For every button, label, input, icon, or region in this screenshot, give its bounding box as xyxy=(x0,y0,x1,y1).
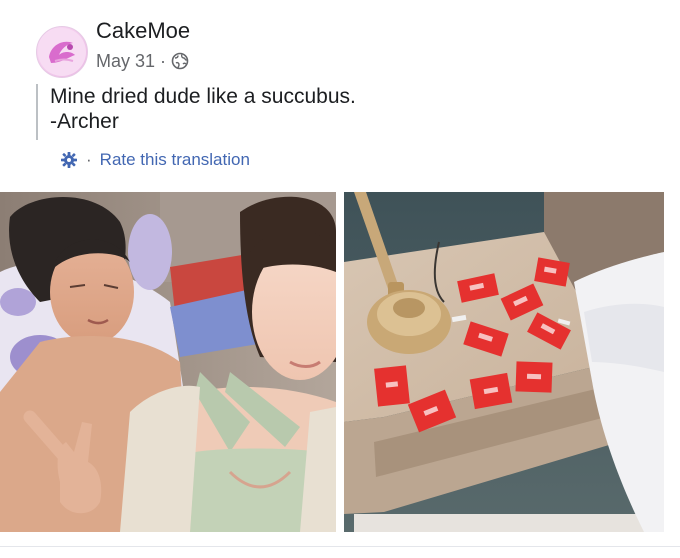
post-header: CakeMoe May 31 · xyxy=(36,18,656,78)
gear-icon[interactable] xyxy=(60,151,78,169)
post-date[interactable]: May 31 xyxy=(96,49,155,73)
globe-icon[interactable] xyxy=(171,52,189,70)
post-meta: May 31 · xyxy=(96,49,189,73)
post-text: Mine dried dude like a succubus. -Archer xyxy=(36,84,650,140)
meta-separator: · xyxy=(160,51,167,71)
facebook-post: CakeMoe May 31 · Mine dried dude like a … xyxy=(0,0,680,558)
post-photo-right[interactable] xyxy=(344,192,664,532)
author-name[interactable]: CakeMoe xyxy=(96,18,190,44)
translation-row: · Rate this translation xyxy=(60,149,250,171)
rate-translation-link[interactable]: Rate this translation xyxy=(100,149,250,171)
post-photo-left[interactable] xyxy=(0,192,336,532)
post-divider xyxy=(0,546,680,547)
post-text-line: Mine dried dude like a succubus. xyxy=(50,85,356,108)
photo-couple-selfie xyxy=(0,192,336,532)
post-text-line: -Archer xyxy=(50,110,119,133)
translation-separator: · xyxy=(86,150,92,169)
photo-nightstand-wrappers xyxy=(344,192,664,532)
avatar[interactable] xyxy=(36,26,88,78)
